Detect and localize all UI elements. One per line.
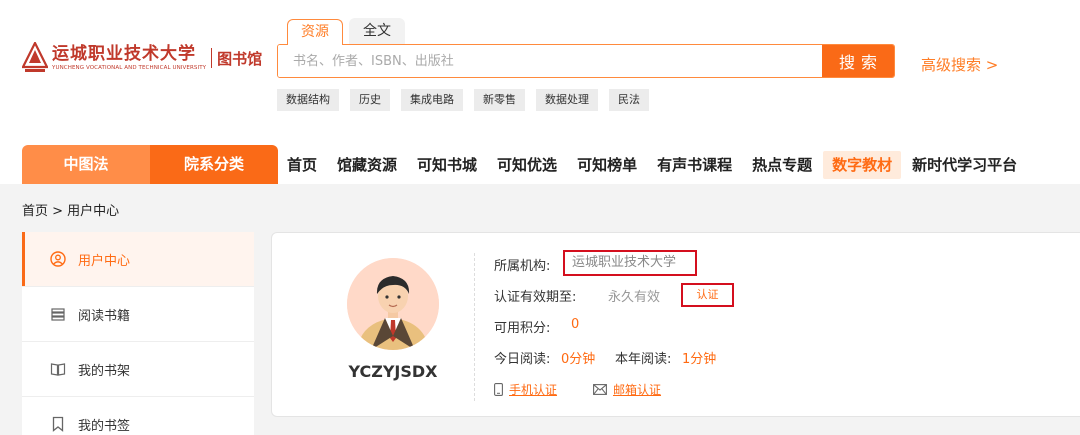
- nav-item-audiobooks[interactable]: 有声书课程: [648, 151, 741, 179]
- today-reading-value: 0分钟: [561, 352, 596, 367]
- profile-divider: [474, 253, 475, 401]
- hot-tag[interactable]: 数据结构: [277, 89, 339, 111]
- sidebar-item-label: 阅读书籍: [78, 308, 131, 324]
- email-cert-group: 邮箱认证: [593, 381, 661, 398]
- nav-item-selection[interactable]: 可知优选: [488, 151, 566, 179]
- search-scope-tabs: 资源 全文: [287, 18, 411, 45]
- library-label: 图书馆: [217, 49, 263, 68]
- year-reading-value: 1分钟: [682, 352, 717, 367]
- sidebar-item-bookmarks[interactable]: 我的书签: [22, 397, 254, 435]
- hot-tag[interactable]: 民法: [609, 89, 649, 111]
- search-bar: 搜索: [277, 44, 895, 78]
- validity-value: 永久有效: [608, 290, 661, 305]
- hot-tag[interactable]: 集成电路: [401, 89, 463, 111]
- tab-clc-classification[interactable]: 中图法: [22, 145, 150, 184]
- category-tabs: 中图法 院系分类: [22, 145, 278, 184]
- user-avatar-icon: [347, 258, 439, 350]
- sidebar-item-user-center[interactable]: 用户中心: [22, 232, 254, 287]
- open-book-icon: [50, 363, 66, 376]
- tab-fulltext[interactable]: 全文: [349, 18, 405, 44]
- avatar[interactable]: [347, 258, 439, 350]
- library-logo[interactable]: 运城职业技术大学 YUNCHENG VOCATIONAL AND TECHNIC…: [22, 42, 262, 74]
- breadcrumb: 首页 > 用户中心: [22, 204, 120, 219]
- tab-resource[interactable]: 资源: [287, 19, 343, 45]
- search-input[interactable]: [278, 45, 822, 77]
- logo-divider: [211, 48, 213, 68]
- phone-icon: [494, 383, 503, 396]
- sidebar-item-label: 我的书架: [78, 363, 131, 379]
- book-stack-icon: [51, 308, 65, 321]
- advanced-search-link[interactable]: 高级搜索 >: [921, 54, 998, 75]
- sidebar-item-reading-books[interactable]: 阅读书籍: [22, 287, 254, 342]
- university-name: 运城职业技术大学: [52, 44, 196, 64]
- user-profile-card: YCZYJSDX 所属机构: 运城职业技术大学 认证有效期至: 永久有效 认证 …: [271, 232, 1080, 417]
- nav-item-digital-textbooks[interactable]: 数字教材: [823, 150, 902, 179]
- hot-tag[interactable]: 新零售: [474, 89, 525, 111]
- email-cert-link[interactable]: 邮箱认证: [613, 381, 661, 398]
- org-label: 所属机构:: [494, 259, 551, 274]
- nav-item-home[interactable]: 首页: [278, 151, 326, 179]
- phone-cert-link[interactable]: 手机认证: [509, 381, 557, 398]
- year-reading-label: 本年阅读:: [615, 352, 672, 367]
- hot-tag[interactable]: 历史: [350, 89, 390, 111]
- university-emblem-icon: [22, 42, 48, 72]
- hot-tag[interactable]: 数据处理: [536, 89, 598, 111]
- nav-item-bookstore[interactable]: 可知书城: [408, 151, 486, 179]
- nav-item-rankings[interactable]: 可知榜单: [568, 151, 646, 179]
- university-english-name: YUNCHENG VOCATIONAL AND TECHNICAL UNIVER…: [52, 65, 207, 71]
- points-value: 0: [571, 317, 580, 332]
- nav-item-learning-platform[interactable]: 新时代学习平台: [903, 151, 1026, 179]
- main-nav: 首页 馆藏资源 可知书城 可知优选 可知榜单 有声书课程 热点专题 数字教材 新…: [278, 145, 1028, 184]
- sidebar-item-label: 用户中心: [78, 253, 131, 269]
- validity-label: 认证有效期至:: [494, 290, 577, 305]
- user-circle-icon: [50, 251, 66, 267]
- sidebar-item-bookshelf[interactable]: 我的书架: [22, 342, 254, 397]
- hot-search-tags: 数据结构 历史 集成电路 新零售 数据处理 民法: [277, 89, 660, 111]
- username: YCZYJSDX: [348, 362, 438, 381]
- bookmark-icon: [52, 416, 64, 432]
- tab-department-classification[interactable]: 院系分类: [150, 145, 278, 184]
- user-sidebar: 用户中心 阅读书籍 我的书架 我的书签: [22, 232, 254, 435]
- mail-icon: [593, 384, 607, 395]
- today-reading-label: 今日阅读:: [494, 352, 551, 367]
- phone-cert-group: 手机认证: [494, 381, 557, 398]
- search-button[interactable]: 搜索: [822, 45, 894, 77]
- nav-item-hot-topics[interactable]: 热点专题: [743, 151, 821, 179]
- org-value: 运城职业技术大学: [563, 250, 697, 276]
- certify-button[interactable]: 认证: [681, 283, 734, 307]
- sidebar-item-label: 我的书签: [78, 418, 131, 434]
- nav-item-collection[interactable]: 馆藏资源: [328, 151, 406, 179]
- points-label: 可用积分:: [494, 321, 551, 336]
